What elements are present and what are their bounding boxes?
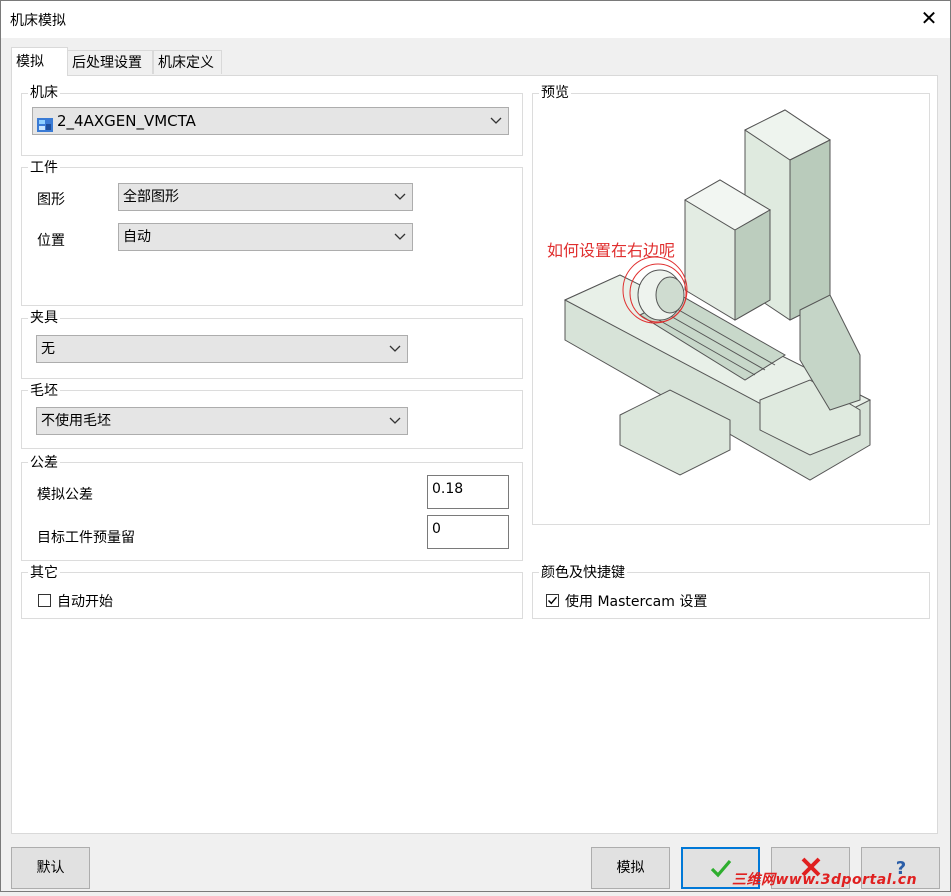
other-group-label: 其它: [28, 565, 60, 581]
machine-select-value: 2_4AXGEN_VMCTA: [57, 112, 196, 130]
use-mastercam-checkbox[interactable]: [546, 594, 559, 607]
machine-group-label: 机床: [28, 85, 60, 101]
chevron-down-icon: [389, 408, 401, 434]
tolerance-group-label: 公差: [28, 455, 60, 471]
machine-select[interactable]: 2_4AXGEN_VMCTA: [32, 107, 509, 135]
stock-allowance-input[interactable]: 0: [427, 515, 509, 549]
stock-allowance-label: 目标工件预量留: [37, 530, 135, 546]
colors-group-label: 颜色及快捷键: [539, 565, 627, 581]
graphics-label: 图形: [37, 192, 65, 208]
checkmark-icon: [548, 596, 558, 605]
stock-group-label: 毛坯: [28, 383, 60, 399]
graphics-select[interactable]: 全部图形: [118, 183, 413, 211]
machine-preview-image: [560, 100, 890, 505]
simulate-button[interactable]: 模拟: [591, 847, 670, 889]
green-check-icon: [710, 859, 731, 878]
stock-select[interactable]: 不使用毛坯: [36, 407, 408, 435]
chevron-down-icon: [389, 336, 401, 362]
fixture-select[interactable]: 无: [36, 335, 408, 363]
watermark-text: 三维网www.3dportal.cn: [732, 872, 918, 888]
preview-annotation: 如何设置在右边呢: [547, 241, 676, 260]
use-mastercam-label: 使用 Mastercam 设置: [565, 594, 708, 610]
tab-machine-definition[interactable]: 机床定义: [153, 50, 222, 74]
preview-group-label: 预览: [539, 85, 571, 101]
chevron-down-icon: [394, 184, 406, 210]
chevron-down-icon: [490, 108, 502, 134]
workpiece-group-label: 工件: [28, 160, 60, 176]
autostart-label: 自动开始: [57, 594, 113, 610]
fixture-select-value: 无: [41, 341, 55, 357]
close-icon[interactable]: ✕: [917, 6, 941, 30]
chevron-down-icon: [394, 224, 406, 250]
fixture-group-label: 夹具: [28, 310, 60, 326]
machine-icon: [37, 114, 53, 132]
position-select-value: 自动: [123, 229, 151, 245]
title-bar: [0, 0, 951, 38]
stock-select-value: 不使用毛坯: [41, 413, 111, 429]
autostart-checkbox[interactable]: [38, 594, 51, 607]
position-label: 位置: [37, 233, 65, 249]
window-title: 机床模拟: [10, 13, 66, 29]
sim-tolerance-label: 模拟公差: [37, 487, 93, 503]
sim-tolerance-input[interactable]: 0.18: [427, 475, 509, 509]
tab-simulation[interactable]: 模拟: [11, 47, 68, 76]
position-select[interactable]: 自动: [118, 223, 413, 251]
tab-post-settings[interactable]: 后处理设置: [67, 50, 153, 74]
default-button[interactable]: 默认: [11, 847, 90, 889]
graphics-select-value: 全部图形: [123, 189, 179, 205]
